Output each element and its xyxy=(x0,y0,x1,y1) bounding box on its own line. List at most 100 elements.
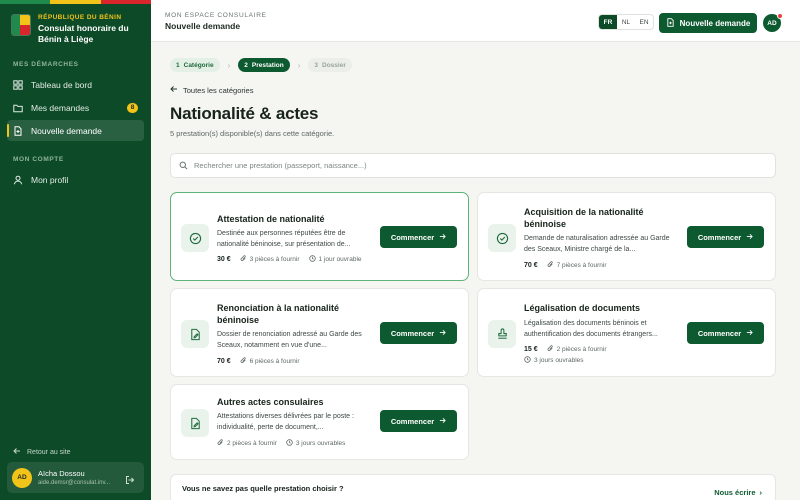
sidebar-item-profile[interactable]: Mon profil xyxy=(7,169,144,190)
chevron-right-icon: › xyxy=(759,488,763,497)
topbar: Mon espace consulaire Nouvelle demande F… xyxy=(151,0,800,42)
stamp-icon xyxy=(488,320,516,348)
step-category[interactable]: 1 Catégorie xyxy=(170,58,220,72)
arrow-left-icon xyxy=(13,447,21,457)
card-price: 30 € xyxy=(217,256,231,263)
sidebar-item-requests[interactable]: Mes demandes 8 xyxy=(7,97,144,118)
card-description: Demande de naturalisation adressée au Ga… xyxy=(524,235,670,253)
card-meta-delay: 3 jours ouvrables xyxy=(524,356,584,365)
card-price: 70 € xyxy=(524,262,538,269)
edit-document-icon xyxy=(181,320,209,348)
lang-fr-button[interactable]: FR xyxy=(599,15,617,29)
clock-icon xyxy=(308,255,316,264)
section-title-account: Mon compte xyxy=(13,156,64,163)
start-label: Commencer xyxy=(390,416,435,426)
page-subtitle: 5 prestation(s) disponible(s) dans cette… xyxy=(170,129,335,138)
notification-dot xyxy=(777,13,783,19)
header-avatar[interactable]: AD xyxy=(763,13,783,32)
card-title: Légalisation de documents xyxy=(524,303,641,313)
page-title: Nationalité & actes xyxy=(170,104,319,123)
step-number: 1 xyxy=(176,61,180,69)
new-request-label: Nouvelle demande xyxy=(679,18,751,28)
back-to-site-label: Retour au site xyxy=(27,448,71,456)
card-title: Attestation de nationalité xyxy=(217,214,325,224)
card-meta: 70 € 6 pièces à fournir xyxy=(217,357,300,366)
user-name: Aïcha Dossou xyxy=(38,469,85,478)
sidebar-item-new-request[interactable]: Nouvelle demande xyxy=(7,120,144,141)
card-pieces: 2 pièces à fournir xyxy=(227,440,277,447)
search-bar xyxy=(170,153,776,178)
step-dossier: 3 Dossier xyxy=(308,58,352,72)
sidebar-item-dashboard[interactable]: Tableau de bord xyxy=(7,74,144,95)
clock-icon xyxy=(286,439,293,448)
sidebar-item-label: Tableau de bord xyxy=(31,79,92,90)
service-card-autres-actes[interactable]: Autres actes consulaires Attestations di… xyxy=(170,384,469,460)
card-meta: 15 € 2 pièces à fournir xyxy=(524,345,607,354)
user-email: aide.demsr@consulat.inv... xyxy=(38,480,111,486)
card-title: Renonciation à la nationalité béninoise xyxy=(217,303,340,325)
start-label: Commencer xyxy=(697,328,742,338)
section-title-demarches: Mes démarches xyxy=(13,61,79,68)
start-button[interactable]: Commencer xyxy=(380,322,457,344)
all-categories-link[interactable]: Toutes les catégories xyxy=(170,85,253,95)
service-card-attestation[interactable]: Attestation de nationalité Destinée aux … xyxy=(170,192,469,281)
card-title: Autres actes consulaires xyxy=(217,397,324,407)
card-meta: 70 € 7 pièces à fournir xyxy=(524,261,607,270)
card-pieces: 6 pièces à fournir xyxy=(249,358,300,365)
card-description: Légalisation des documents béninois et a… xyxy=(524,320,658,338)
chevron-right-icon: › xyxy=(227,60,231,70)
arrow-left-icon xyxy=(170,85,178,95)
edit-document-icon xyxy=(181,409,209,437)
header-avatar-initials: AD xyxy=(767,19,777,27)
dashboard-icon xyxy=(13,79,23,90)
service-card-legalisation[interactable]: Légalisation de documents Légalisation d… xyxy=(477,288,776,377)
search-icon xyxy=(179,157,188,175)
paperclip-icon xyxy=(217,439,224,448)
paperclip-icon xyxy=(547,345,554,354)
brand-kicker: République du Bénin xyxy=(38,14,122,21)
service-card-renonciation[interactable]: Renonciation à la nationalité béninoise … xyxy=(170,288,469,377)
topbar-title: Nouvelle demande xyxy=(165,21,241,31)
start-button[interactable]: Commencer xyxy=(380,226,457,248)
folder-icon xyxy=(13,103,23,113)
step-number: 3 xyxy=(314,61,318,69)
brand[interactable]: République du Bénin Consulat honoraire d… xyxy=(11,14,138,45)
arrow-right-icon xyxy=(746,233,753,242)
step-number: 2 xyxy=(244,61,248,69)
card-description: Dossier de renonciation adressé au Garde… xyxy=(217,331,362,349)
search-input[interactable] xyxy=(194,161,775,170)
start-button[interactable]: Commencer xyxy=(687,322,764,344)
card-delay: 3 jours ouvrables xyxy=(295,440,346,447)
step-label: Dossier xyxy=(322,61,346,69)
lang-nl-button[interactable]: NL xyxy=(617,15,635,29)
arrow-right-icon xyxy=(746,329,753,338)
card-delay: 3 jours ouvrables xyxy=(534,357,584,364)
help-question: Vous ne savez pas quelle prestation choi… xyxy=(182,484,344,493)
avatar: AD xyxy=(12,467,32,488)
step-service: 2 Prestation xyxy=(238,58,290,72)
lang-en-button[interactable]: EN xyxy=(635,15,653,29)
contact-link[interactable]: Nous écrire › xyxy=(714,488,762,497)
stepper: 1 Catégorie › 2 Prestation › 3 Dossier xyxy=(170,58,352,72)
brand-name: Consulat honoraire du Bénin à Liège xyxy=(38,23,129,44)
new-request-button[interactable]: Nouvelle demande xyxy=(659,13,757,33)
language-switcher: FR NL EN xyxy=(598,14,654,30)
arrow-right-icon xyxy=(439,329,446,338)
paperclip-icon xyxy=(240,357,247,366)
step-label: Catégorie xyxy=(183,61,214,69)
logout-icon[interactable] xyxy=(125,472,135,484)
arrow-right-icon xyxy=(439,417,446,426)
service-card-acquisition[interactable]: Acquisition de la nationalité béninoise … xyxy=(477,192,776,281)
sidebar: République du Bénin Consulat honoraire d… xyxy=(0,0,151,500)
card-price: 70 € xyxy=(217,358,231,365)
start-button[interactable]: Commencer xyxy=(380,410,457,432)
back-to-site-link[interactable]: Retour au site xyxy=(13,447,71,457)
start-button[interactable]: Commencer xyxy=(687,226,764,248)
card-price: 15 € xyxy=(524,346,538,353)
card-description: Attestations diverses délivrées par le p… xyxy=(217,413,354,431)
start-label: Commencer xyxy=(390,232,435,242)
sidebar-item-label: Mon profil xyxy=(31,174,69,185)
arrow-right-icon xyxy=(439,233,446,242)
step-label: Prestation xyxy=(251,61,284,69)
user-card[interactable]: AD Aïcha Dossou aide.demsr@consulat.inv.… xyxy=(7,462,144,493)
